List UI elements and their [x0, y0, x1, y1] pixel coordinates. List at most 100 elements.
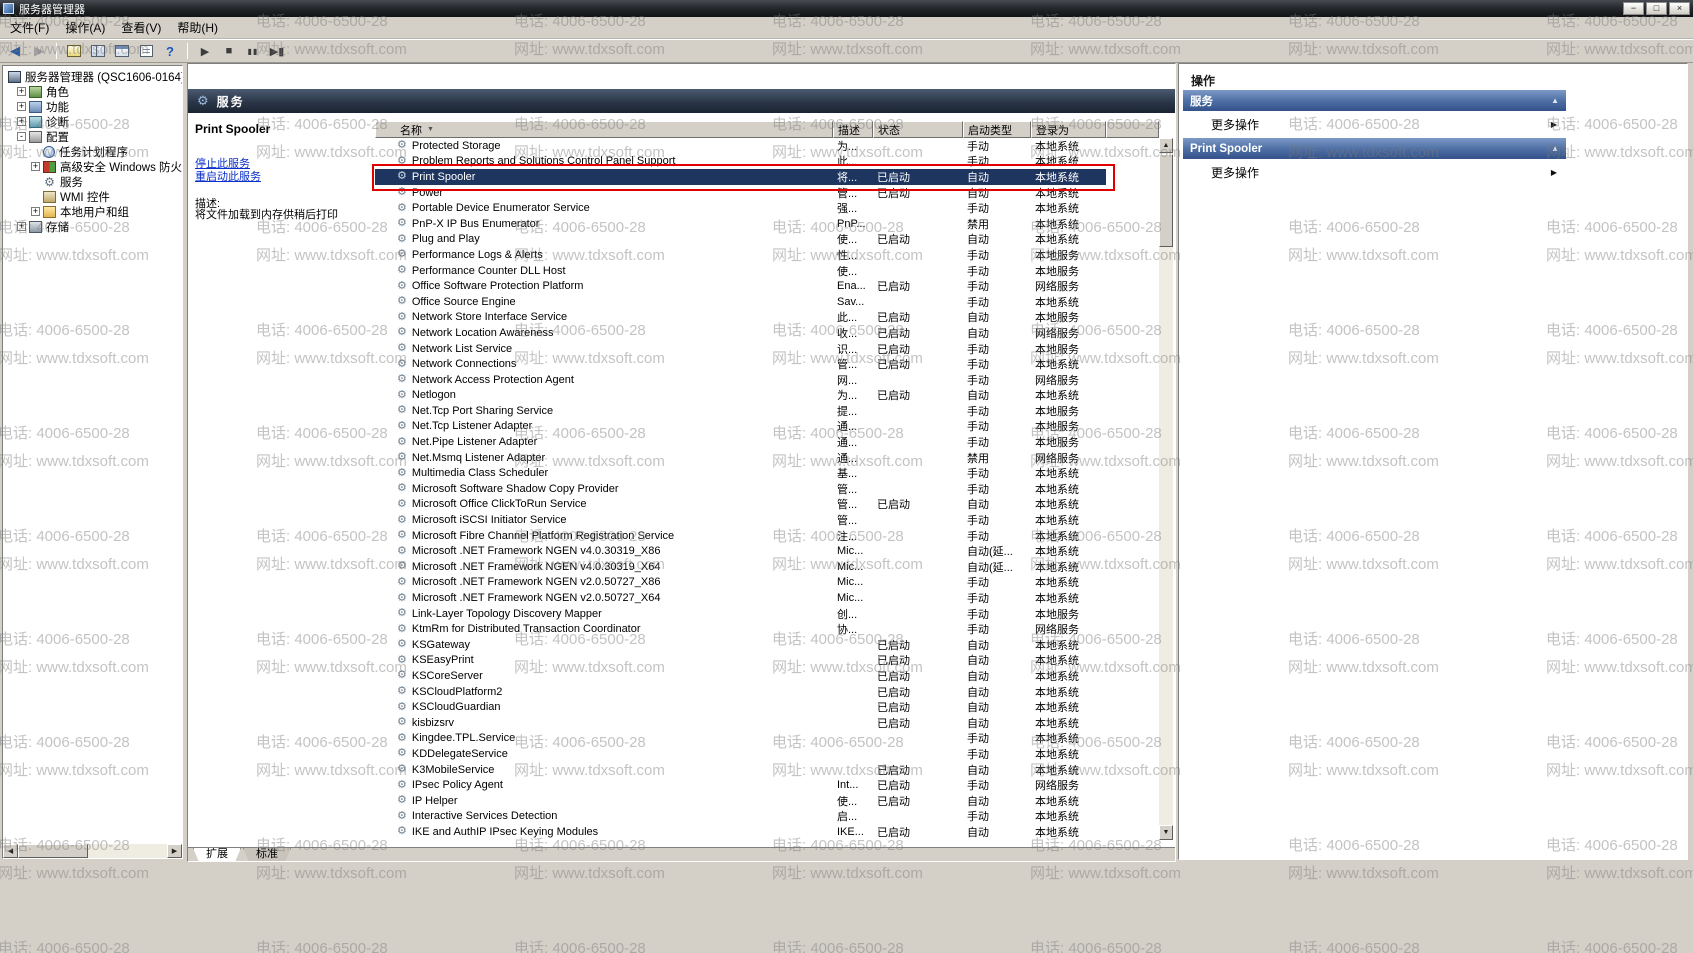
service-row[interactable]: ⚙Net.Msmq Listener Adapter通...禁用网络服务	[375, 450, 1106, 466]
collapse-box-icon[interactable]: -	[17, 132, 26, 141]
service-row[interactable]: ⚙Microsoft .NET Framework NGEN v2.0.5072…	[375, 590, 1106, 606]
tree-item-features[interactable]: +功能	[3, 99, 182, 114]
service-row[interactable]: ⚙KSEasyPrint已启动自动本地系统	[375, 653, 1106, 669]
table-vertical-scrollbar[interactable]: ▲ ▼	[1159, 138, 1173, 840]
expand-box-icon[interactable]: +	[17, 222, 26, 231]
service-row[interactable]: ⚙Plug and Play使...已启动自动本地系统	[375, 232, 1106, 248]
service-row[interactable]: ⚙K3MobileService已启动自动本地系统	[375, 762, 1106, 778]
tree-item-roles[interactable]: +角色	[3, 84, 182, 99]
service-row[interactable]: ⚙Net.Pipe Listener Adapter通...手动本地服务	[375, 434, 1106, 450]
service-row[interactable]: ⚙KtmRm for Distributed Transaction Coord…	[375, 621, 1106, 637]
properties-icon[interactable]	[112, 42, 132, 60]
service-row[interactable]: ⚙Print Spooler将...已启动自动本地系统	[375, 169, 1106, 185]
tab-standard[interactable]: 标准	[243, 848, 291, 862]
service-row[interactable]: ⚙IPsec Policy AgentInt...已启动手动网络服务	[375, 777, 1106, 793]
restart-service-link[interactable]: 重启动此服务	[195, 168, 261, 184]
start-service-icon[interactable]: ▶	[195, 42, 215, 60]
maximize-button[interactable]: □	[1646, 2, 1667, 15]
service-row[interactable]: ⚙Performance Logs & Alerts性...手动本地服务	[375, 247, 1106, 263]
service-row[interactable]: ⚙Office Software Protection PlatformEna.…	[375, 278, 1106, 294]
service-row[interactable]: ⚙Microsoft Fibre Channel Platform Regist…	[375, 528, 1106, 544]
tree-item-local-users[interactable]: +本地用户和组	[3, 204, 182, 219]
service-row[interactable]: ⚙Office Source EngineSav...手动本地系统	[375, 294, 1106, 310]
tree-item-wmi[interactable]: WMI 控件	[3, 189, 182, 204]
tree-item-diagnostics[interactable]: +诊断	[3, 114, 182, 129]
service-row[interactable]: ⚙Performance Counter DLL Host使...手动本地服务	[375, 263, 1106, 279]
column-header-startup-type[interactable]: 启动类型	[963, 121, 1031, 138]
service-row[interactable]: ⚙Network Access Protection Agent网...手动网络…	[375, 372, 1106, 388]
restart-service-icon[interactable]: ▶▮	[267, 42, 287, 60]
tree-item-config[interactable]: -配置	[3, 129, 182, 144]
tree-item-storage[interactable]: +存储	[3, 219, 182, 234]
service-row[interactable]: ⚙IP Helper使...已启动自动本地系统	[375, 793, 1106, 809]
help-icon[interactable]: ?	[160, 42, 180, 60]
service-row[interactable]: ⚙KSCoreServer已启动自动本地系统	[375, 668, 1106, 684]
tree-item-services[interactable]: ⚙服务	[3, 174, 182, 189]
collapse-icon[interactable]: ▲	[1551, 96, 1559, 105]
tree-horizontal-scrollbar[interactable]: ◀ ▶	[3, 844, 182, 858]
scroll-down-icon[interactable]: ▼	[1159, 825, 1173, 840]
service-row[interactable]: ⚙IKE and AuthIP IPsec Keying ModulesIKE.…	[375, 824, 1106, 840]
action-section-print-spooler[interactable]: Print Spooler ▲	[1183, 138, 1566, 159]
service-row[interactable]: ⚙Net.Tcp Listener Adapter通...手动本地服务	[375, 419, 1106, 435]
tree-root-server-manager[interactable]: 服务器管理器 (QSC1606-0164)	[3, 69, 182, 84]
tab-extended[interactable]: 扩展	[193, 848, 241, 862]
menu-help[interactable]: 帮助(H)	[169, 17, 226, 38]
service-row[interactable]: ⚙Network List Service识...已启动手动本地服务	[375, 341, 1106, 357]
service-row[interactable]: ⚙Microsoft .NET Framework NGEN v2.0.5072…	[375, 575, 1106, 591]
service-row[interactable]: ⚙Network Connections管...已启动手动本地系统	[375, 356, 1106, 372]
service-row[interactable]: ⚙Protected Storage为...手动本地系统	[375, 138, 1106, 154]
service-row[interactable]: ⚙Net.Tcp Port Sharing Service提...手动本地服务	[375, 403, 1106, 419]
service-row[interactable]: ⚙Microsoft iSCSI Initiator Service管...手动…	[375, 512, 1106, 528]
service-row[interactable]: ⚙PnP-X IP Bus EnumeratorPnP...禁用本地系统	[375, 216, 1106, 232]
expand-box-icon[interactable]: +	[31, 207, 40, 216]
column-header-logon-as[interactable]: 登录为	[1031, 121, 1106, 138]
column-header-name[interactable]: 名称 ▼	[375, 121, 833, 138]
show-window-icon[interactable]	[64, 42, 84, 60]
service-row[interactable]: ⚙kisbizsrv已启动自动本地系统	[375, 715, 1106, 731]
scroll-up-icon[interactable]: ▲	[1159, 138, 1173, 153]
scroll-left-icon[interactable]: ◀	[3, 844, 18, 858]
service-row[interactable]: ⚙Microsoft Software Shadow Copy Provider…	[375, 481, 1106, 497]
service-row[interactable]: ⚙Microsoft Office ClickToRun Service管...…	[375, 497, 1106, 513]
service-row[interactable]: ⚙Netlogon为...已启动自动本地系统	[375, 388, 1106, 404]
pause-service-icon[interactable]: ▮▮	[243, 42, 263, 60]
tree-item-task-scheduler[interactable]: 任务计划程序	[3, 144, 182, 159]
service-row[interactable]: ⚙Microsoft .NET Framework NGEN v4.0.3031…	[375, 559, 1106, 575]
scrollbar-thumb[interactable]	[18, 844, 88, 858]
back-icon[interactable]: ◀	[5, 42, 25, 60]
more-actions-services[interactable]: 更多操作 ▶	[1183, 113, 1566, 135]
service-row[interactable]: ⚙Network Location Awareness收...已启动自动网络服务	[375, 325, 1106, 341]
service-row[interactable]: ⚙Problem Reports and Solutions Control P…	[375, 154, 1106, 170]
expand-box-icon[interactable]: +	[17, 102, 26, 111]
expand-box-icon[interactable]: +	[17, 87, 26, 96]
expand-box-icon[interactable]: +	[31, 162, 40, 171]
service-row[interactable]: ⚙KSCloudPlatform2已启动自动本地系统	[375, 684, 1106, 700]
export-list-icon[interactable]	[136, 42, 156, 60]
service-row[interactable]: ⚙KSCloudGuardian已启动自动本地系统	[375, 699, 1106, 715]
console-tree-icon[interactable]	[88, 42, 108, 60]
service-row[interactable]: ⚙Microsoft .NET Framework NGEN v4.0.3031…	[375, 543, 1106, 559]
forward-icon[interactable]: ▶	[29, 42, 49, 60]
collapse-icon[interactable]: ▲	[1551, 144, 1559, 153]
menu-file[interactable]: 文件(F)	[2, 17, 57, 38]
service-row[interactable]: ⚙KDDelegateService手动本地系统	[375, 746, 1106, 762]
scroll-right-icon[interactable]: ▶	[167, 844, 182, 858]
service-row[interactable]: ⚙Kingdee.TPL.Service手动本地系统	[375, 731, 1106, 747]
service-row[interactable]: ⚙Portable Device Enumerator Service强...手…	[375, 200, 1106, 216]
tree-item-firewall[interactable]: +高级安全 Windows 防火墙	[3, 159, 182, 174]
service-row[interactable]: ⚙Interactive Services Detection启...手动本地系…	[375, 809, 1106, 825]
action-section-services[interactable]: 服务 ▲	[1183, 90, 1566, 111]
minimize-button[interactable]: −	[1623, 2, 1644, 15]
service-row[interactable]: ⚙Power管...已启动自动本地系统	[375, 185, 1106, 201]
service-row[interactable]: ⚙Network Store Interface Service此...已启动自…	[375, 310, 1106, 326]
column-header-status[interactable]: 状态	[873, 121, 963, 138]
service-row[interactable]: ⚙KSGateway已启动自动本地系统	[375, 637, 1106, 653]
service-row[interactable]: ⚙Link-Layer Topology Discovery Mapper创..…	[375, 606, 1106, 622]
service-row[interactable]: ⚙Multimedia Class Scheduler基...手动本地系统	[375, 465, 1106, 481]
scrollbar-thumb[interactable]	[1159, 154, 1173, 247]
stop-service-icon[interactable]: ■	[219, 42, 239, 60]
menu-action[interactable]: 操作(A)	[57, 17, 113, 38]
close-button[interactable]: ×	[1669, 2, 1690, 15]
column-header-description[interactable]: 描述	[833, 121, 873, 138]
